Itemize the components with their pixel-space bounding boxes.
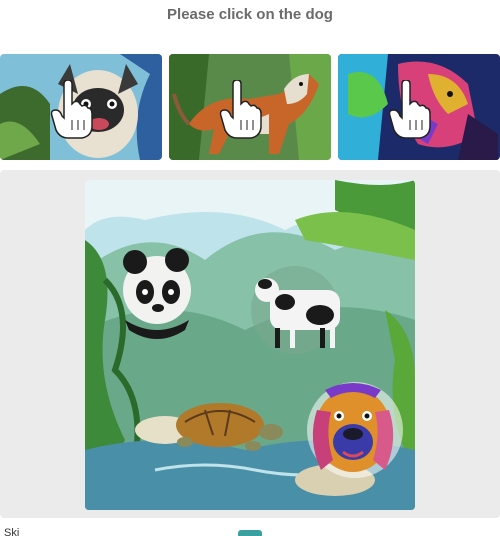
captcha-page: Please click on the dog Ski [0, 0, 500, 536]
dog-figure [307, 382, 403, 478]
challenge-image[interactable] [85, 180, 415, 510]
footer-indicator [238, 530, 262, 536]
skip-button[interactable]: Ski [4, 528, 19, 536]
example-image-pug[interactable] [0, 54, 162, 160]
pointer-hand-icon [50, 80, 93, 139]
challenge-panel [0, 170, 500, 518]
example-images [0, 54, 500, 160]
instruction-text: Please click on the dog [167, 6, 333, 23]
example-image-colorful-dog[interactable] [338, 54, 500, 160]
footer-bar: Ski [0, 526, 500, 536]
pointer-hand-icon [219, 80, 262, 139]
pointer-hand-icon [388, 80, 431, 139]
challenge-scene [85, 180, 415, 510]
example-image-hound[interactable] [169, 54, 331, 160]
